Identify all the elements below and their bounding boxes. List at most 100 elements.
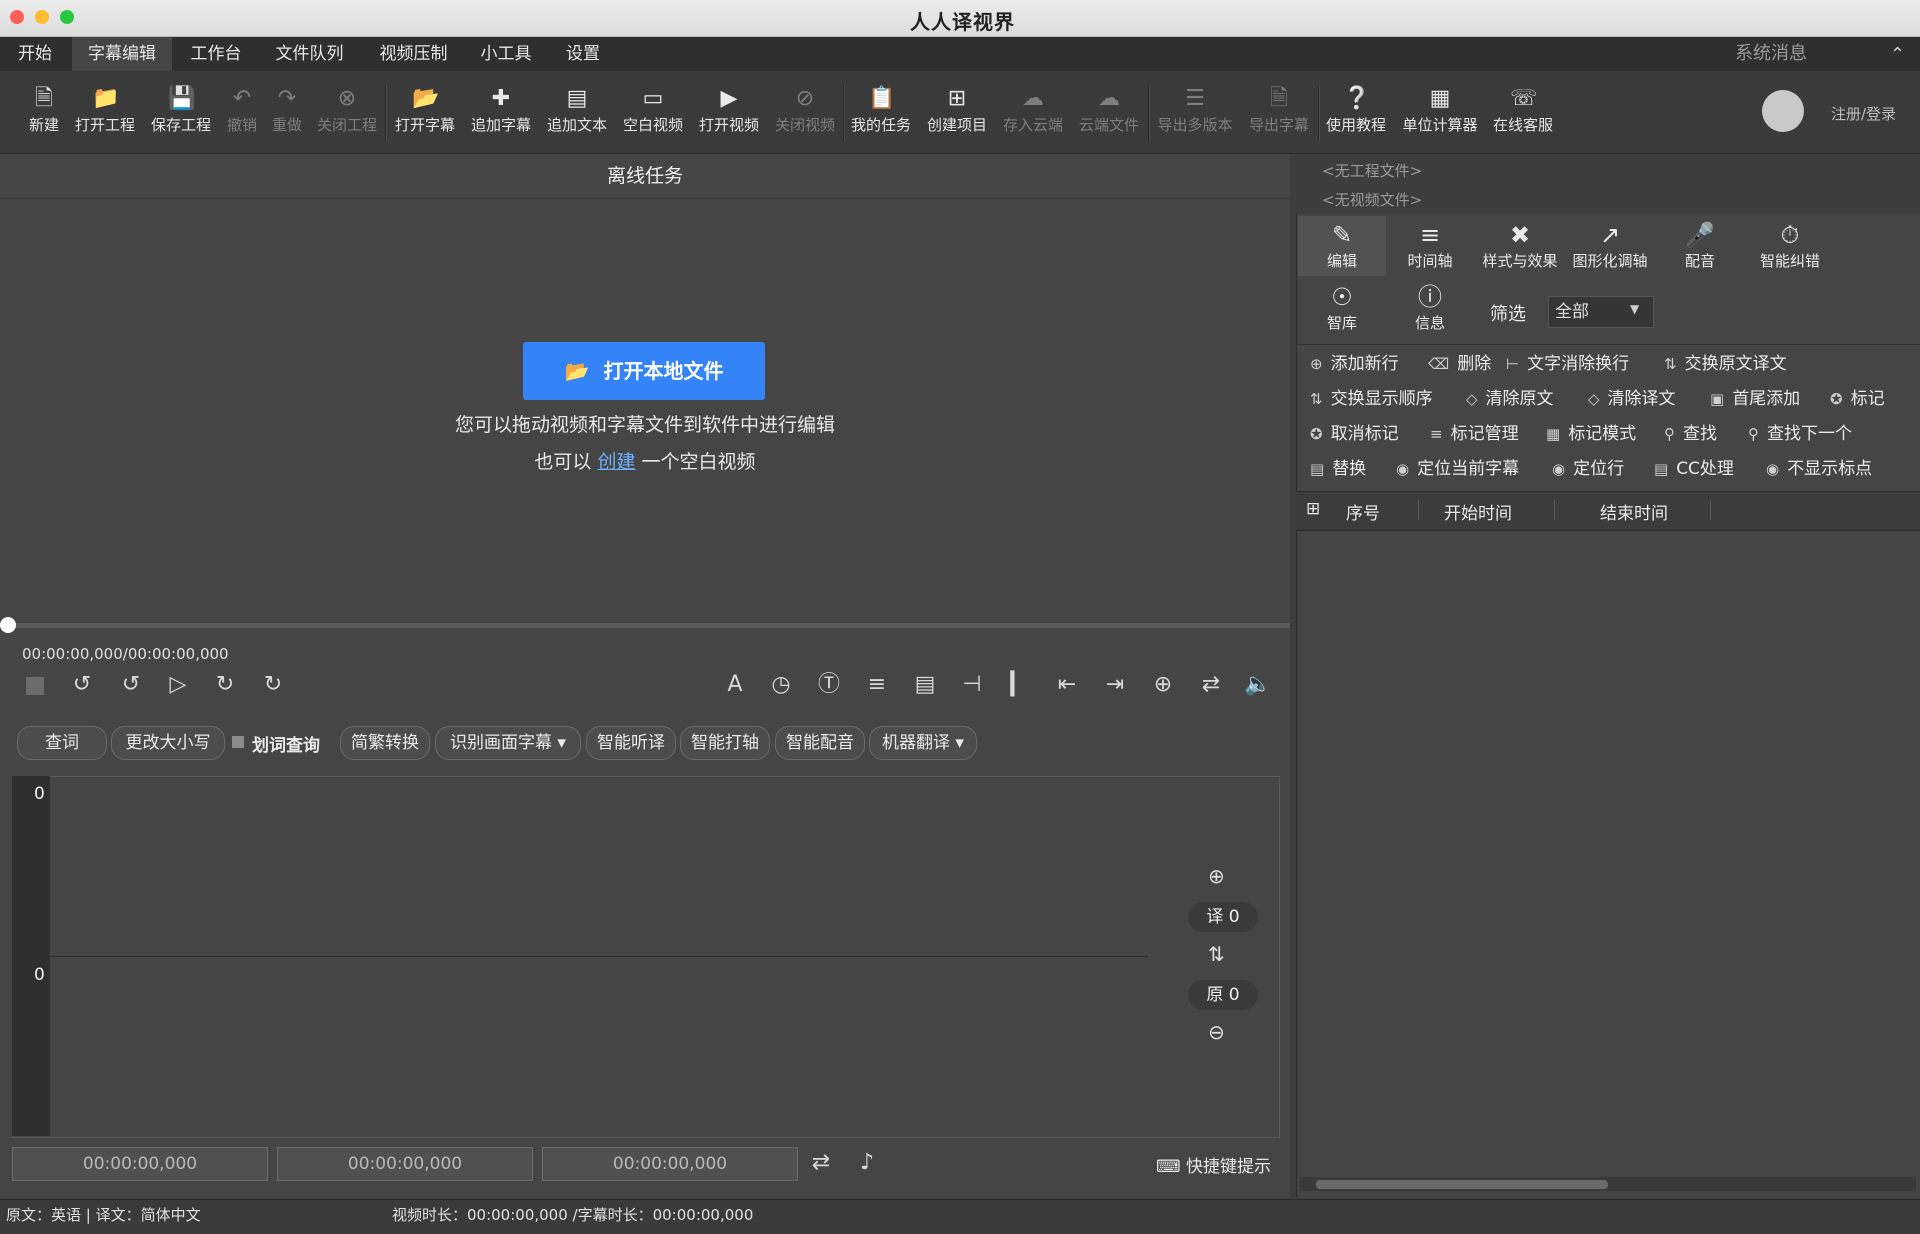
jump-start-icon[interactable]: ⇤	[1052, 670, 1082, 700]
change-case-button[interactable]: 更改大小写	[111, 726, 225, 760]
smart-axis-button[interactable]: 智能打轴	[680, 726, 770, 760]
scrollbar-thumb[interactable]	[1316, 1180, 1608, 1189]
online-support-button[interactable]: ☏ 在线客服	[1490, 78, 1556, 148]
avatar[interactable]	[1762, 90, 1804, 132]
login-link[interactable]: 注册/登录	[1831, 103, 1896, 124]
menu-tools[interactable]: 小工具	[470, 37, 542, 71]
unit-calculator-button[interactable]: ▦ 单位计算器	[1398, 78, 1482, 148]
target-icon[interactable]: ⊕	[1148, 670, 1178, 700]
video-progress-bar[interactable]	[8, 623, 1290, 628]
forward-3-icon[interactable]: ↻	[258, 670, 288, 700]
column-index[interactable]: 序号	[1346, 499, 1380, 524]
text-style-icon[interactable]: Ⓣ	[814, 670, 844, 700]
play-icon[interactable]: ▷	[163, 670, 193, 700]
chevron-up-icon[interactable]: ⌃	[1890, 44, 1905, 65]
zoom-out-icon[interactable]: ⊖	[1208, 1020, 1225, 1044]
music-note-icon[interactable]: ♪	[852, 1148, 882, 1178]
tab-dubbing[interactable]: 🎤 配音	[1656, 216, 1744, 276]
export-subtitle-button[interactable]: 🗎 导出字幕	[1246, 78, 1312, 148]
locate-current-subtitle-button[interactable]: ◉ 定位当前字幕	[1396, 455, 1519, 483]
close-video-button[interactable]: ⊘ 关闭视频	[772, 78, 838, 148]
progress-handle[interactable]	[0, 617, 16, 633]
redo-button[interactable]: ↷ 重做	[267, 78, 307, 148]
open-subtitle-button[interactable]: 📂 打开字幕	[392, 78, 458, 148]
grid-icon[interactable]: ⊞	[1306, 499, 1320, 519]
blank-video-button[interactable]: ▭ 空白视频	[620, 78, 686, 148]
my-tasks-button[interactable]: 📋 我的任务	[848, 78, 914, 148]
clear-target-button[interactable]: ◇ 清除译文	[1588, 385, 1676, 413]
mark-button[interactable]: ✪ 标记	[1830, 385, 1885, 413]
tab-edit[interactable]: ✎ 编辑	[1298, 216, 1386, 276]
tab-knowledge[interactable]: ☉ 智库	[1298, 278, 1386, 338]
end-time-field[interactable]: 00:00:00,000	[277, 1147, 533, 1181]
export-multi-version-button[interactable]: ☰ 导出多版本	[1154, 78, 1236, 148]
new-button[interactable]: 🗎 新建	[22, 78, 66, 148]
column-end-time[interactable]: 结束时间	[1600, 499, 1668, 524]
find-button[interactable]: ⚲ 查找	[1664, 420, 1717, 448]
minimize-window-button[interactable]	[35, 10, 49, 24]
forward-1-icon[interactable]: ↻	[210, 670, 240, 700]
caret-down-icon[interactable]: ▼	[1630, 302, 1639, 316]
append-text-button[interactable]: ▤ 追加文本	[544, 78, 610, 148]
distribute-icon[interactable]: ⊣	[957, 670, 987, 700]
hide-punctuation-button[interactable]: ◉ 不显示标点	[1766, 455, 1872, 483]
undo-button[interactable]: ↶ 撤销	[222, 78, 262, 148]
append-subtitle-button[interactable]: ✚ 追加字幕	[468, 78, 534, 148]
swap-icon[interactable]: ⇄	[1196, 670, 1226, 700]
open-local-file-button[interactable]: 📂 打开本地文件	[523, 342, 765, 400]
save-project-button[interactable]: 💾 保存工程	[148, 78, 214, 148]
find-next-button[interactable]: ⚲ 查找下一个	[1748, 420, 1852, 448]
lookup-button[interactable]: 查词	[17, 726, 107, 760]
tutorial-button[interactable]: ❔ 使用教程	[1323, 78, 1389, 148]
tab-style-effects[interactable]: ✖ 样式与效果	[1476, 216, 1564, 276]
open-video-button[interactable]: ▶ 打开视频	[696, 78, 762, 148]
zoom-window-button[interactable]	[60, 10, 74, 24]
close-project-button[interactable]: ⊗ 关闭工程	[314, 78, 380, 148]
mark-mode-button[interactable]: ▦ 标记模式	[1546, 420, 1636, 448]
save-cloud-button[interactable]: ☁ 存入云端	[1000, 78, 1066, 148]
machine-translate-dropdown[interactable]: 机器翻译 ▾	[869, 726, 977, 760]
menu-subtitle-edit[interactable]: 字幕编辑	[72, 37, 172, 71]
clear-source-button[interactable]: ◇ 清除原文	[1466, 385, 1554, 413]
cloud-files-button[interactable]: ☁ 云端文件	[1076, 78, 1142, 148]
menu-settings[interactable]: 设置	[553, 37, 613, 71]
create-blank-video-link[interactable]: 创建	[597, 451, 635, 473]
rewind-3-icon[interactable]: ↺	[67, 670, 97, 700]
menu-file-queue[interactable]: 文件队列	[262, 37, 357, 71]
locate-row-button[interactable]: ◉ 定位行	[1552, 455, 1624, 483]
swap-display-order-button[interactable]: ⇅ 交换显示顺序	[1310, 385, 1433, 413]
column-start-time[interactable]: 开始时间	[1444, 499, 1512, 524]
align-left-icon[interactable]: ▎	[1004, 670, 1034, 700]
mark-manage-button[interactable]: ≡ 标记管理	[1430, 420, 1519, 448]
smart-dub-button[interactable]: 智能配音	[775, 726, 865, 760]
cc-process-button[interactable]: ▤ CC处理	[1654, 455, 1734, 483]
word-lookup-checkbox[interactable]	[232, 736, 244, 748]
font-size-icon[interactable]: A	[720, 670, 750, 700]
jump-end-icon[interactable]: ⇥	[1100, 670, 1130, 700]
recognize-subtitles-dropdown[interactable]: 识别画面字幕 ▾	[435, 726, 581, 760]
menu-video-compress[interactable]: 视频压制	[366, 37, 461, 71]
start-time-field[interactable]: 00:00:00,000	[12, 1147, 268, 1181]
clock-icon[interactable]: ◷	[766, 670, 796, 700]
tab-smart-correct[interactable]: ⏱ 智能纠错	[1746, 216, 1834, 276]
tab-info[interactable]: ⓘ 信息	[1386, 278, 1474, 338]
swap-source-target-button[interactable]: ⇅ 交换原文译文	[1664, 350, 1787, 378]
waveform-area[interactable]	[12, 776, 1280, 1138]
replace-button[interactable]: ▤ 替换	[1310, 455, 1366, 483]
system-message-link[interactable]: 系统消息	[1735, 37, 1807, 71]
open-project-button[interactable]: 📁 打开工程	[72, 78, 138, 148]
shortcut-hint-button[interactable]: ⌨ 快捷键提示	[1156, 1152, 1271, 1177]
loop-icon[interactable]: ⇄	[806, 1148, 836, 1178]
delete-button[interactable]: ⌫ 删除	[1428, 350, 1491, 378]
tab-timeline[interactable]: ≡ 时间轴	[1386, 216, 1474, 276]
unmark-button[interactable]: ✪ 取消标记	[1310, 420, 1399, 448]
add-head-tail-button[interactable]: ▣ 首尾添加	[1710, 385, 1800, 413]
smart-listen-button[interactable]: 智能听译	[586, 726, 676, 760]
duration-field[interactable]: 00:00:00,000	[542, 1147, 798, 1181]
stop-button[interactable]	[26, 677, 44, 695]
rewind-1-icon[interactable]: ↺	[116, 670, 146, 700]
menu-start[interactable]: 开始	[6, 37, 64, 71]
convert-trad-simp-button[interactable]: 简繁转换	[340, 726, 430, 760]
close-window-button[interactable]	[10, 10, 24, 24]
tab-graphic-timing[interactable]: ↗ 图形化调轴	[1566, 216, 1654, 276]
